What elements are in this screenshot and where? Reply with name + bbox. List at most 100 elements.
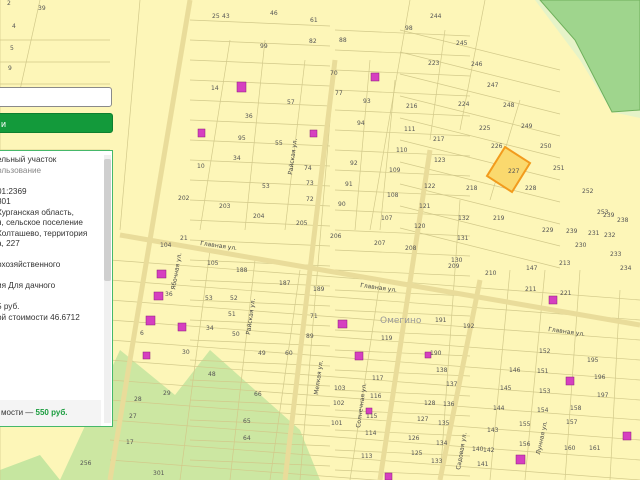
parcel-number: 232 [604,232,616,239]
parcel-number: 122 [424,183,436,190]
parcel-number: 121 [419,203,431,210]
parcel-number: 249 [521,123,533,130]
parcel-number: 127 [417,416,429,423]
parcel-number: 92 [350,160,358,167]
parcel-number: 91 [345,181,353,188]
parcel-number: 151 [537,368,549,375]
parcel-number: 191 [435,317,447,324]
parcel-number: 21 [180,235,188,242]
parcel-number: 234 [620,265,632,272]
parcel-number: 190 [430,350,442,357]
parcel-number: 119 [381,335,393,342]
parcel-number: 113 [361,453,373,460]
parcel-number: 256 [80,460,92,467]
parcel-number: 51 [228,311,236,318]
info-line: ия Для дачного [0,281,56,290]
parcel-number: 93 [363,98,371,105]
parcel-number: 105 [207,260,219,267]
parcel-number: 189 [313,286,325,293]
parcel-number: 219 [493,215,505,222]
scrollbar-thumb[interactable] [104,159,111,281]
find-button[interactable]: и [0,113,113,133]
parcel-number: 34 [206,325,214,332]
parcel-number: 141 [477,461,489,468]
parcel-number: 226 [491,143,503,150]
parcel-number: 140 [472,446,484,453]
parcel-number: 17 [126,439,134,446]
price-prefix: мости — [1,408,36,417]
parcel-number: 9 [8,65,12,72]
parcel-number: 117 [372,375,384,382]
parcel-number: 123 [434,157,446,164]
parcel-number: 301 [153,470,165,477]
parcel-number: 244 [430,13,442,20]
parcel-number: 133 [431,458,443,465]
parcel-number: 213 [559,260,571,267]
parcel-number: 152 [539,348,551,355]
parcel-number: 145 [500,385,512,392]
parcel-number: 225 [479,125,491,132]
parcel-number: 160 [564,445,576,452]
parcel-number: 203 [219,203,231,210]
parcel-number: 50 [232,331,240,338]
parcel-number: 154 [537,407,549,414]
parcel-number: 209 [448,263,460,270]
parcel-number: 246 [471,61,483,68]
parcel-number: 2 [7,0,11,7]
info-line [0,250,102,261]
parcel-number: 238 [617,217,629,224]
parcel-number: 25 [212,13,220,20]
parcel-number: 88 [339,37,347,44]
parcel-number: 5 [10,45,14,52]
parcel-number: 251 [553,165,565,172]
parcel-number: 36 [165,291,173,298]
parcel-number: 204 [253,213,265,220]
parcel-number: 107 [381,215,393,222]
parcel-number: 144 [493,405,505,412]
parcel-info-panel: ельный участок ользование 01:2369 801 Ку… [0,150,113,427]
info-line: а, 227 [0,239,20,248]
parcel-number: 36 [245,113,253,120]
parcel-number: 228 [525,185,537,192]
parcel-number: 217 [433,136,445,143]
info-line: Курганская область, [0,207,74,217]
parcel-number: 72 [306,196,314,203]
parcel-number: 223 [428,60,440,67]
parcel-number: 161 [589,445,601,452]
parcel-number: 134 [436,440,448,447]
parcel-number: 27 [129,413,137,420]
parcel-number: 4 [12,23,16,30]
parcel-number: 111 [404,126,416,133]
parcel-number: 98 [405,25,413,32]
parcel-number: 125 [411,450,423,457]
parcel-number: 248 [503,102,515,109]
parcel-number: 95 [238,135,246,142]
parcel-number: 128 [424,400,436,407]
parcel-number: 143 [487,427,499,434]
price-value: 550 руб. [35,408,68,417]
parcel-number: 74 [304,165,312,172]
parcel-number: 6 [140,330,144,337]
info-line: ой стоимости 46.6712 [0,312,80,322]
parcel-number: 208 [405,245,417,252]
parcel-number: 30 [182,349,190,356]
price-bar: мости — 550 руб. [0,400,101,426]
parcel-number: 57 [287,99,295,106]
parcel-number: 114 [365,430,377,437]
parcel-number: 14 [211,85,219,92]
parcel-number: 146 [509,367,521,374]
info-line: Колташево, территория [0,228,88,238]
parcel-number: 210 [485,270,497,277]
parcel-number: 132 [458,215,470,222]
search-input[interactable] [0,87,112,107]
parcel-number: 104 [160,242,172,249]
parcel-number: 196 [594,374,606,381]
info-line: ельный участок [0,155,57,164]
parcel-number: 101 [331,420,343,427]
parcel-number: 230 [575,242,587,249]
parcel-number: 108 [387,192,399,199]
parcel-number: 46 [270,10,278,17]
parcel-number: 137 [446,381,458,388]
parcel-number: 126 [408,435,420,442]
parcel-number: 110 [396,147,408,154]
